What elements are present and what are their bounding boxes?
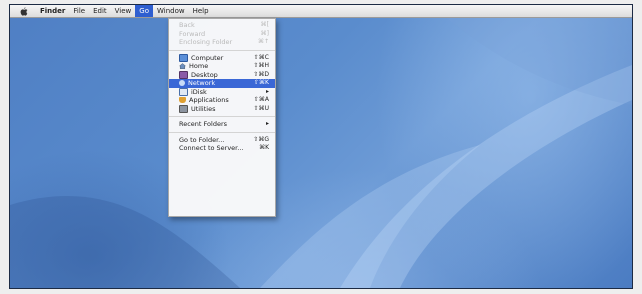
- computer-icon: [179, 53, 188, 62]
- menu-item-label: Connect to Server...: [179, 144, 244, 152]
- menu-window[interactable]: Window: [153, 5, 189, 17]
- home-icon: [178, 63, 187, 70]
- menu-item-label: Network: [188, 79, 216, 87]
- menu-item-network[interactable]: Network ⇧⌘K: [169, 79, 275, 88]
- menu-item-shortcut: ⌘]: [260, 29, 269, 37]
- network-icon: [179, 80, 185, 87]
- menu-item-shortcut: ⇧⌘G: [253, 135, 269, 143]
- menu-item-back[interactable]: Back ⌘[: [169, 21, 275, 30]
- menu-item-shortcut: ⇧⌘C: [253, 53, 269, 61]
- menu-separator: [169, 131, 275, 133]
- menu-bar: Finder File Edit View Go Window Help: [10, 5, 632, 18]
- menu-item-label: Utilities: [191, 104, 216, 113]
- menu-item-go-to-folder[interactable]: Go to Folder... ⇧⌘G: [169, 136, 275, 145]
- menu-item-label: iDisk: [191, 87, 207, 96]
- menu-item-shortcut: ⇧⌘H: [253, 62, 269, 69]
- menu-item-label: Enclosing Folder: [179, 38, 233, 46]
- menu-finder[interactable]: Finder: [36, 5, 69, 17]
- menu-view[interactable]: View: [111, 5, 136, 17]
- menu-item-label: Computer: [191, 53, 224, 62]
- menu-help[interactable]: Help: [189, 5, 213, 17]
- menu-item-recent-folders[interactable]: Recent Folders ▸: [169, 120, 275, 129]
- menu-item-forward[interactable]: Forward ⌘]: [169, 30, 275, 39]
- menu-file[interactable]: File: [69, 5, 89, 17]
- menu-item-label: Go to Folder...: [179, 135, 225, 144]
- menu-separator: [169, 116, 275, 117]
- menu-item-label: Desktop: [191, 70, 218, 79]
- menu-item-shortcut: ⇧⌘U: [253, 104, 269, 112]
- menu-item-utilities[interactable]: Utilities ⇧⌘U: [169, 105, 275, 114]
- menu-item-label: Applications: [189, 96, 229, 104]
- menu-go[interactable]: Go: [135, 5, 153, 17]
- menu-item-shortcut: ⌘[: [260, 21, 269, 28]
- aqua-wallpaper: [10, 5, 632, 288]
- menu-item-shortcut: ⇧⌘A: [253, 96, 269, 103]
- menu-item-label: Home: [189, 62, 209, 70]
- go-menu-dropdown: Back ⌘[ Forward ⌘] Enclosing Folder ⌘↑ C…: [168, 18, 276, 217]
- desktop-icon: [179, 70, 188, 79]
- menu-edit[interactable]: Edit: [89, 5, 111, 17]
- desktop-screen: Finder File Edit View Go Window Help Bac…: [9, 4, 633, 289]
- submenu-arrow-icon: ▸: [265, 87, 269, 95]
- menu-item-applications[interactable]: Applications ⇧⌘A: [169, 96, 275, 105]
- menu-item-shortcut: ⇧⌘K: [254, 79, 269, 86]
- menu-item-label: Recent Folders: [179, 120, 228, 128]
- utilities-icon: [179, 104, 188, 113]
- menu-item-shortcut: ⇧⌘D: [253, 70, 269, 78]
- menu-item-home[interactable]: Home ⇧⌘H: [169, 62, 275, 71]
- apple-icon[interactable]: [18, 5, 30, 17]
- menu-item-shortcut: ⌘↑: [257, 38, 269, 45]
- menu-item-idisk[interactable]: iDisk ▸: [169, 88, 275, 97]
- menu-item-computer[interactable]: Computer ⇧⌘C: [169, 54, 275, 63]
- menu-item-enclosing-folder[interactable]: Enclosing Folder ⌘↑: [169, 38, 275, 47]
- menu-item-shortcut: ⌘K: [259, 144, 269, 151]
- menu-separator: [169, 49, 275, 51]
- idisk-icon: [179, 87, 188, 96]
- menu-item-label: Back: [179, 21, 195, 29]
- applications-icon: [179, 97, 186, 104]
- submenu-arrow-icon: ▸: [265, 120, 269, 127]
- menu-item-label: Forward: [179, 29, 206, 38]
- menu-item-connect-to-server[interactable]: Connect to Server... ⌘K: [169, 144, 275, 153]
- menu-item-desktop[interactable]: Desktop ⇧⌘D: [169, 71, 275, 80]
